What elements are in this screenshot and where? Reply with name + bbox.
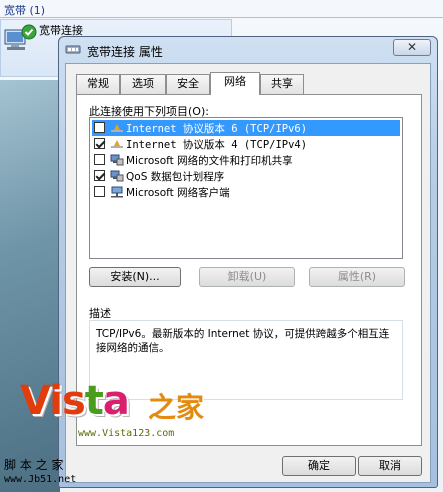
tab-sharing[interactable]: 共享 <box>260 74 304 94</box>
components-listbox[interactable]: Internet 协议版本 6 (TCP/IPv6) Internet 协议版本… <box>89 117 403 259</box>
tab-general[interactable]: 常规 <box>76 74 120 94</box>
jb51-watermark: 脚 本 之 家 <box>4 458 64 472</box>
ipv4-label: Internet 协议版本 4 (TCP/IPv4) <box>126 139 308 151</box>
tab-options[interactable]: 选项 <box>120 74 166 94</box>
close-icon: ✕ <box>406 40 418 54</box>
ms-client-label: Microsoft 网络客户端 <box>126 187 230 199</box>
close-button[interactable]: ✕ <box>393 39 431 56</box>
description-box: TCP/IPv6。最新版本的 Internet 协议，可提供跨越多个相互连接网络… <box>89 320 403 400</box>
uninstall-button[interactable]: 卸载(U) <box>199 267 295 287</box>
ipv6-checkbox[interactable] <box>94 122 105 133</box>
tab-security[interactable]: 安全 <box>166 74 210 94</box>
ok-button[interactable]: 确定 <box>282 456 356 476</box>
group-divider <box>0 17 443 18</box>
network-service-icon <box>110 154 124 166</box>
list-item-ipv4[interactable]: Internet 协议版本 4 (TCP/IPv4) <box>92 136 400 152</box>
ipv4-checkbox[interactable] <box>94 138 105 149</box>
vista123-watermark: Vista <box>20 378 130 424</box>
protocol-icon <box>111 124 123 132</box>
list-item-ms-client[interactable]: Microsoft 网络客户端 <box>92 184 400 200</box>
qos-checkbox[interactable] <box>94 170 105 181</box>
protocol-icon <box>111 140 123 148</box>
tab-networking[interactable]: 网络 <box>210 72 260 95</box>
title-bar[interactable]: 宽带连接 属性 ✕ <box>59 37 437 63</box>
vista123-url: www.Vista123.com <box>78 428 175 439</box>
network-service-icon <box>110 170 124 182</box>
desktop-wallpaper <box>0 80 60 492</box>
ipv6-label: Internet 协议版本 6 (TCP/IPv6) <box>126 123 308 135</box>
file-printer-sharing-checkbox[interactable] <box>94 154 105 165</box>
description-text: TCP/IPv6。最新版本的 Internet 协议，可提供跨越多个相互连接网络… <box>96 328 390 354</box>
list-item-ipv6[interactable]: Internet 协议版本 6 (TCP/IPv6) <box>92 120 400 136</box>
qos-label: QoS 数据包计划程序 <box>126 171 225 183</box>
properties-button[interactable]: 属性(R) <box>309 267 405 287</box>
jb51-url: www.Jb51.net <box>4 474 77 485</box>
cancel-button[interactable]: 取消 <box>358 456 422 476</box>
description-title: 描述 <box>89 307 111 320</box>
list-item-file-printer-sharing[interactable]: Microsoft 网络的文件和打印机共享 <box>92 152 400 168</box>
vista123-logo-cn: 之家 <box>148 391 205 424</box>
network-client-icon <box>111 186 123 198</box>
ms-client-checkbox[interactable] <box>94 186 105 197</box>
install-button[interactable]: 安装(N)... <box>89 267 181 287</box>
list-item-qos[interactable]: QoS 数据包计划程序 <box>92 168 400 184</box>
dialog-title: 宽带连接 属性 <box>87 45 163 59</box>
group-header: 宽带 (1) <box>4 4 46 17</box>
network-connection-icon <box>4 24 37 50</box>
connection-title-icon <box>65 45 81 54</box>
vista123-logo: Vista <box>20 378 130 424</box>
file-printer-sharing-label: Microsoft 网络的文件和打印机共享 <box>126 155 293 167</box>
